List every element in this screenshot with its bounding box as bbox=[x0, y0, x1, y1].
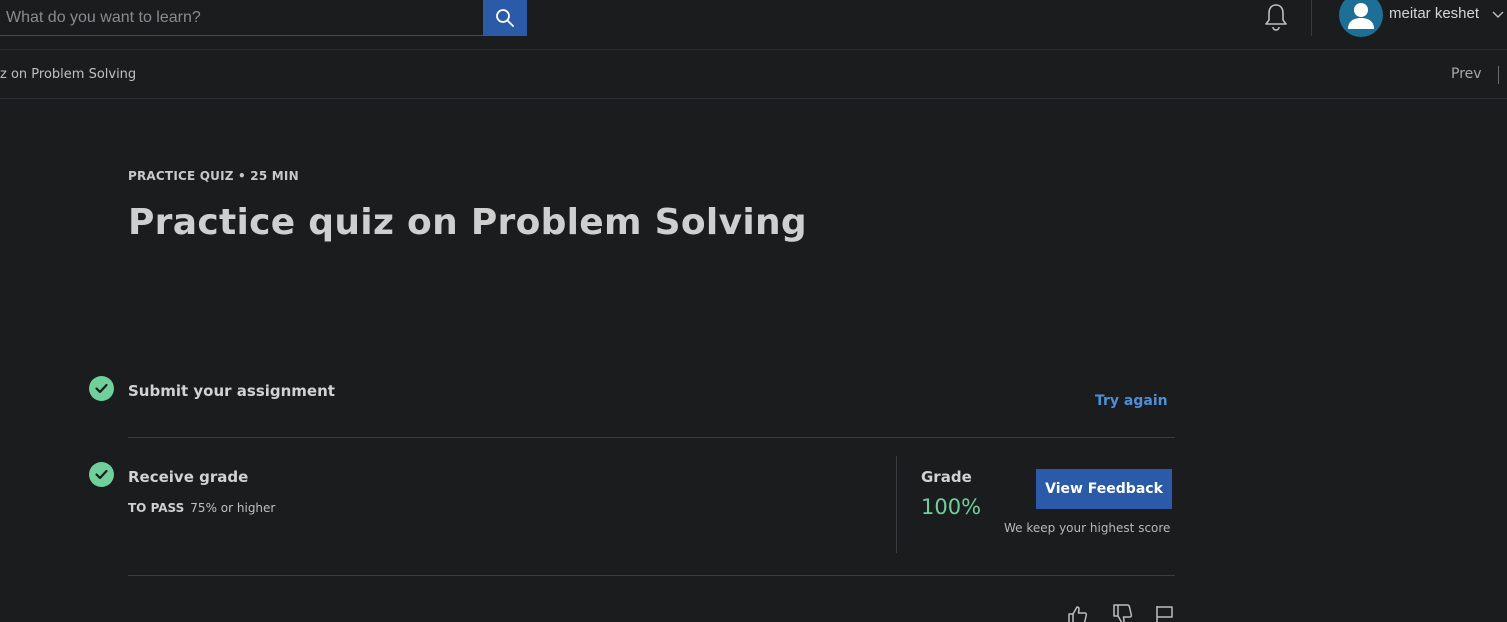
divider bbox=[128, 437, 1175, 438]
highest-score-note: We keep your highest score bbox=[1004, 521, 1171, 535]
grade-label: Grade bbox=[921, 468, 972, 486]
prev-button[interactable]: Prev bbox=[1451, 66, 1482, 82]
view-feedback-button[interactable]: View Feedback bbox=[1036, 469, 1172, 509]
bell-icon bbox=[1265, 4, 1287, 31]
pass-requirement: TO PASS 75% or higher bbox=[128, 501, 275, 515]
top-bar: meitar keshet bbox=[0, 0, 1507, 50]
user-icon bbox=[1348, 3, 1374, 29]
header-divider bbox=[1311, 0, 1312, 36]
thumbs-down-icon[interactable] bbox=[1111, 604, 1133, 622]
step-submit-title: Submit your assignment bbox=[128, 382, 335, 400]
try-again-link[interactable]: Try again bbox=[1095, 393, 1168, 409]
search-button[interactable] bbox=[483, 0, 527, 36]
breadcrumb[interactable]: z on Problem Solving bbox=[0, 67, 136, 82]
avatar[interactable] bbox=[1339, 0, 1383, 37]
grade-divider bbox=[896, 456, 897, 553]
page-title: Practice quiz on Problem Solving bbox=[128, 202, 807, 243]
item-navigation-bar: z on Problem Solving Prev bbox=[0, 50, 1507, 99]
grade-value: 100% bbox=[921, 495, 982, 519]
flag-icon[interactable] bbox=[1154, 604, 1176, 622]
to-pass-value: 75% or higher bbox=[190, 501, 276, 515]
chevron-down-icon[interactable] bbox=[1491, 9, 1505, 19]
divider bbox=[128, 575, 1175, 576]
item-type-label: PRACTICE QUIZ • 25 MIN bbox=[128, 169, 299, 183]
thumbs-up-icon[interactable] bbox=[1066, 604, 1088, 622]
search-icon bbox=[496, 9, 514, 27]
user-name[interactable]: meitar keshet bbox=[1389, 5, 1479, 22]
notification-button[interactable] bbox=[1262, 2, 1290, 32]
check-icon bbox=[89, 462, 114, 487]
check-icon bbox=[89, 376, 114, 401]
step-grade-title: Receive grade bbox=[128, 468, 249, 486]
search-input[interactable] bbox=[0, 0, 484, 36]
nav-divider bbox=[1498, 66, 1499, 84]
to-pass-label: TO PASS bbox=[128, 501, 185, 515]
